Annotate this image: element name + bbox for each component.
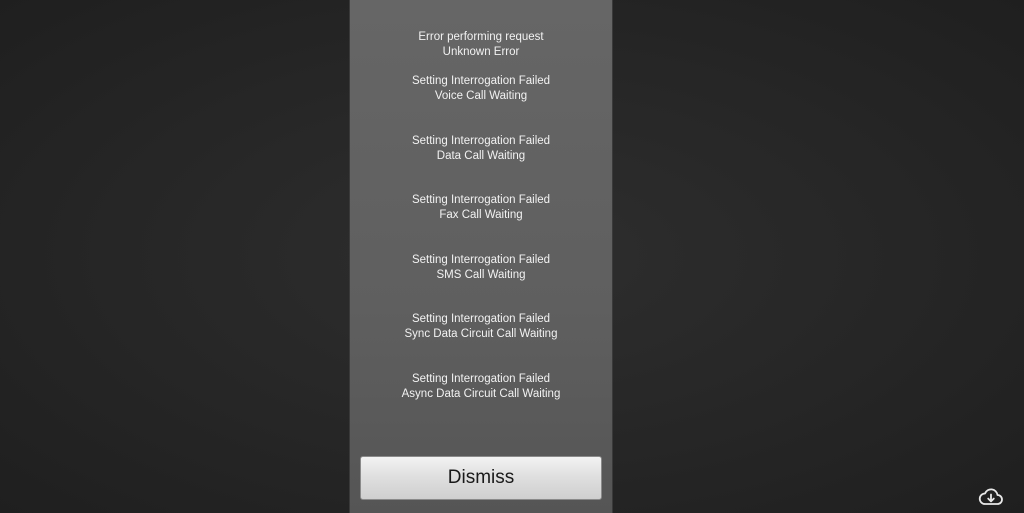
alert-message-item: Setting Interrogation Failed Fax Call Wa… bbox=[350, 193, 612, 253]
alert-message-item: Setting Interrogation Failed Async Data … bbox=[350, 372, 612, 432]
alert-service: Fax Call Waiting bbox=[439, 209, 523, 221]
cloud-download-icon[interactable] bbox=[978, 486, 1004, 508]
dismiss-button[interactable]: Dismiss bbox=[360, 456, 602, 500]
alert-service: Sync Data Circuit Call Waiting bbox=[404, 328, 558, 340]
screen: Error performing request Unknown Error S… bbox=[0, 0, 1024, 513]
alert-service: Voice Call Waiting bbox=[434, 90, 528, 102]
alert-message-item: Setting Interrogation Failed Data Call W… bbox=[350, 134, 612, 194]
alert-status: Setting Interrogation Failed bbox=[411, 372, 551, 385]
alert-status: Setting Interrogation Failed bbox=[411, 253, 551, 266]
alert-status: Setting Interrogation Failed bbox=[411, 134, 551, 147]
alert-status: Setting Interrogation Failed bbox=[411, 194, 551, 206]
error-detail: Unknown Error bbox=[442, 46, 520, 58]
alert-message-item: Setting Interrogation Failed Voice Call … bbox=[350, 74, 612, 134]
alert-service: Data Call Waiting bbox=[436, 149, 526, 162]
error-title: Error performing request bbox=[418, 31, 544, 43]
alert-status: Setting Interrogation Failed bbox=[411, 313, 551, 325]
alert-service: Async Data Circuit Call Waiting bbox=[401, 387, 561, 400]
alert-service: SMS Call Waiting bbox=[436, 268, 526, 281]
alert-message-item: Setting Interrogation Failed Sync Data C… bbox=[350, 312, 612, 372]
alert-dialog: Error performing request Unknown Error S… bbox=[350, 0, 612, 513]
alert-message-item: Setting Interrogation Failed SMS Call Wa… bbox=[350, 253, 612, 313]
alert-message-list: Error performing request Unknown Error S… bbox=[350, 30, 612, 431]
alert-status: Setting Interrogation Failed bbox=[411, 75, 551, 87]
error-header: Error performing request Unknown Error bbox=[350, 30, 612, 60]
